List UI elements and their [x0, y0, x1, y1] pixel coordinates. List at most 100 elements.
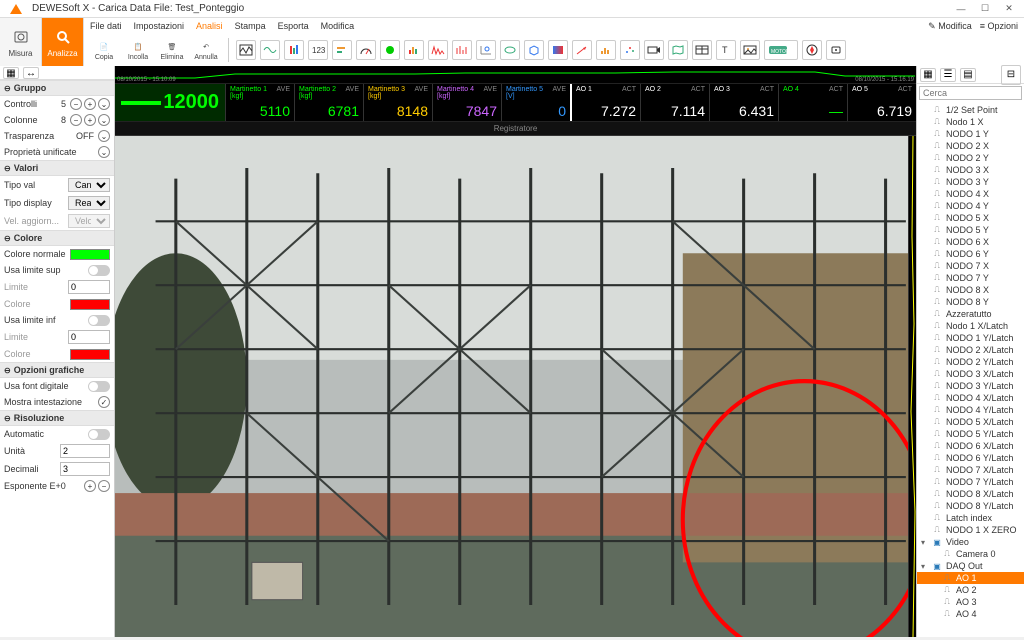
tree-channel[interactable]: ⎍NODO 5 X/Latch	[917, 416, 1024, 428]
tree-view3-icon[interactable]: ▤	[960, 68, 976, 82]
channel-box[interactable]: Martinetto 3 [kgf]AVE 8148	[363, 84, 432, 121]
section-colore[interactable]: ⊖Colore	[0, 230, 114, 246]
tree-channel[interactable]: ⎍NODO 3 X	[917, 164, 1024, 176]
controlli-down[interactable]: ⌄	[98, 98, 110, 110]
widget-compass-icon[interactable]	[802, 40, 822, 60]
widget-digital-icon[interactable]: 123	[308, 40, 328, 60]
tree-channel[interactable]: ⎍1/2 Set Point	[917, 104, 1024, 116]
widget-vector-icon[interactable]	[572, 40, 592, 60]
timeline-overview[interactable]: 08/10/2015 - 15.10.09 08/10/2015 - 15.16…	[115, 66, 916, 84]
tree-pin-icon[interactable]: ⊟	[1001, 65, 1021, 85]
automatic-toggle[interactable]	[88, 429, 110, 440]
tree-channel[interactable]: ⎍AO 1	[917, 572, 1024, 584]
minimize-button[interactable]: —	[950, 2, 972, 16]
tree-channel[interactable]: ⎍Nodo 1 X	[917, 116, 1024, 128]
esp-plus[interactable]: +	[84, 480, 96, 492]
tree-channel[interactable]: ⎍NODO 7 Y	[917, 272, 1024, 284]
layout-icon[interactable]: ▦	[3, 67, 19, 79]
menu-stampa[interactable]: Stampa	[235, 21, 266, 31]
modetab-analizza[interactable]: Analizza	[42, 18, 84, 66]
channel-box[interactable]: Martinetto 2 [kgf]AVE 6781	[294, 84, 363, 121]
tree-channel[interactable]: ⎍AO 2	[917, 584, 1024, 596]
widget-recorder-icon[interactable]	[236, 40, 256, 60]
recorder-strip[interactable]	[908, 136, 916, 637]
tree-channel[interactable]: ⎍Latch index	[917, 512, 1024, 524]
tree-channel[interactable]: ⎍Nodo 1 X/Latch	[917, 320, 1024, 332]
limite-sup-input[interactable]	[68, 280, 110, 294]
color-sup-swatch[interactable]	[70, 299, 110, 310]
tree-channel[interactable]: ⎍NODO 7 X	[917, 260, 1024, 272]
menu-modifica[interactable]: Modifica	[321, 21, 355, 31]
widget-control-icon[interactable]	[826, 40, 846, 60]
widget-scope-icon[interactable]	[260, 40, 280, 60]
section-grafiche[interactable]: ⊖Opzioni grafiche	[0, 362, 114, 378]
tree-channel[interactable]: ⎍NODO 2 X/Latch	[917, 344, 1024, 356]
color-inf-swatch[interactable]	[70, 349, 110, 360]
widget-orbit-icon[interactable]	[500, 40, 520, 60]
tree-channel[interactable]: ⎍NODO 8 Y	[917, 296, 1024, 308]
tree-channel[interactable]: ⎍NODO 8 X	[917, 284, 1024, 296]
widget-table-icon[interactable]	[692, 40, 712, 60]
tree-channel[interactable]: ⎍NODO 4 Y/Latch	[917, 404, 1024, 416]
tree-view1-icon[interactable]: ▦	[920, 68, 936, 82]
unita-input[interactable]	[60, 444, 110, 458]
tree-channel[interactable]: ⎍NODO 3 Y/Latch	[917, 380, 1024, 392]
section-gruppo[interactable]: ⊖Gruppo	[0, 80, 114, 96]
limite-sup-toggle[interactable]	[88, 265, 110, 276]
controlli-minus[interactable]: −	[70, 98, 82, 110]
widget-image-icon[interactable]	[740, 40, 760, 60]
channel-tree[interactable]: ⎍1/2 Set Point⎍Nodo 1 X⎍NODO 1 Y⎍NODO 2 …	[917, 102, 1024, 637]
tree-channel[interactable]: ⎍NODO 5 X	[917, 212, 1024, 224]
widget-bar-icon[interactable]	[404, 40, 424, 60]
tree-channel[interactable]: ⎍NODO 5 Y/Latch	[917, 428, 1024, 440]
section-risoluzione[interactable]: ⊖Risoluzione	[0, 410, 114, 426]
ribbon-modifica[interactable]: ✎ Modifica	[928, 21, 972, 32]
tree-channel[interactable]: ⎍NODO 6 X	[917, 236, 1024, 248]
section-valori[interactable]: ⊖Valori	[0, 160, 114, 176]
colonne-plus[interactable]: +	[84, 114, 96, 126]
widget-octave-icon[interactable]	[452, 40, 472, 60]
decimali-input[interactable]	[60, 462, 110, 476]
channel-box[interactable]: AO 5ACT 6.719	[847, 84, 916, 121]
tree-view2-icon[interactable]: ☰	[940, 68, 956, 82]
widget-horizontal-icon[interactable]	[332, 40, 352, 60]
tree-channel[interactable]: ⎍NODO 4 X/Latch	[917, 392, 1024, 404]
tree-channel[interactable]: ⎍NODO 2 Y/Latch	[917, 356, 1024, 368]
font-digitale-toggle[interactable]	[88, 381, 110, 392]
tree-channel[interactable]: ⎍NODO 2 X	[917, 140, 1024, 152]
tree-channel[interactable]: ⎍NODO 7 Y/Latch	[917, 476, 1024, 488]
tb-incolla[interactable]: 📋Incolla	[122, 36, 154, 64]
tree-channel[interactable]: ⎍NODO 5 Y	[917, 224, 1024, 236]
tree-channel[interactable]: ⎍NODO 6 Y	[917, 248, 1024, 260]
tree-group[interactable]: ▾▣Video	[917, 536, 1024, 548]
tree-channel[interactable]: ⎍Azzeratutto	[917, 308, 1024, 320]
esp-minus[interactable]: −	[98, 480, 110, 492]
tree-group[interactable]: ▾▣DAQ Out	[917, 560, 1024, 572]
menu-impostazioni[interactable]: Impostazioni	[134, 21, 185, 31]
tipo-display-select[interactable]: Reale	[68, 196, 110, 210]
tree-channel[interactable]: ⎍NODO 4 X	[917, 188, 1024, 200]
search-input[interactable]	[919, 86, 1022, 100]
tree-channel[interactable]: ⎍Camera 0	[917, 548, 1024, 560]
menu-file-dati[interactable]: File dati	[90, 21, 122, 31]
widget-scatter-icon[interactable]	[620, 40, 640, 60]
widget-vertical-icon[interactable]	[284, 40, 304, 60]
tree-channel[interactable]: ⎍NODO 6 X/Latch	[917, 440, 1024, 452]
menu-esporta[interactable]: Esporta	[278, 21, 309, 31]
tree-channel[interactable]: ⎍NODO 1 Y/Latch	[917, 332, 1024, 344]
widget-analog-icon[interactable]	[356, 40, 376, 60]
menu-analisi[interactable]: Analisi	[196, 21, 223, 31]
tb-copia[interactable]: 📄Copia	[88, 36, 120, 64]
widget-text-icon[interactable]: T	[716, 40, 736, 60]
tb-annulla[interactable]: ↶Annulla	[190, 36, 222, 64]
tree-channel[interactable]: ⎍NODO 6 Y/Latch	[917, 452, 1024, 464]
channel-box[interactable]: AO 2ACT 7.114	[640, 84, 709, 121]
tree-channel[interactable]: ⎍NODO 8 Y/Latch	[917, 500, 1024, 512]
tree-channel[interactable]: ⎍AO 4	[917, 608, 1024, 620]
tree-channel[interactable]: ⎍NODO 1 Y	[917, 128, 1024, 140]
big-value-display[interactable]: 12000	[115, 84, 225, 121]
limite-inf-input[interactable]	[68, 330, 110, 344]
tb-elimina[interactable]: 🗑Elimina	[156, 36, 188, 64]
widget-fft-icon[interactable]	[428, 40, 448, 60]
widget-3d-icon[interactable]	[524, 40, 544, 60]
